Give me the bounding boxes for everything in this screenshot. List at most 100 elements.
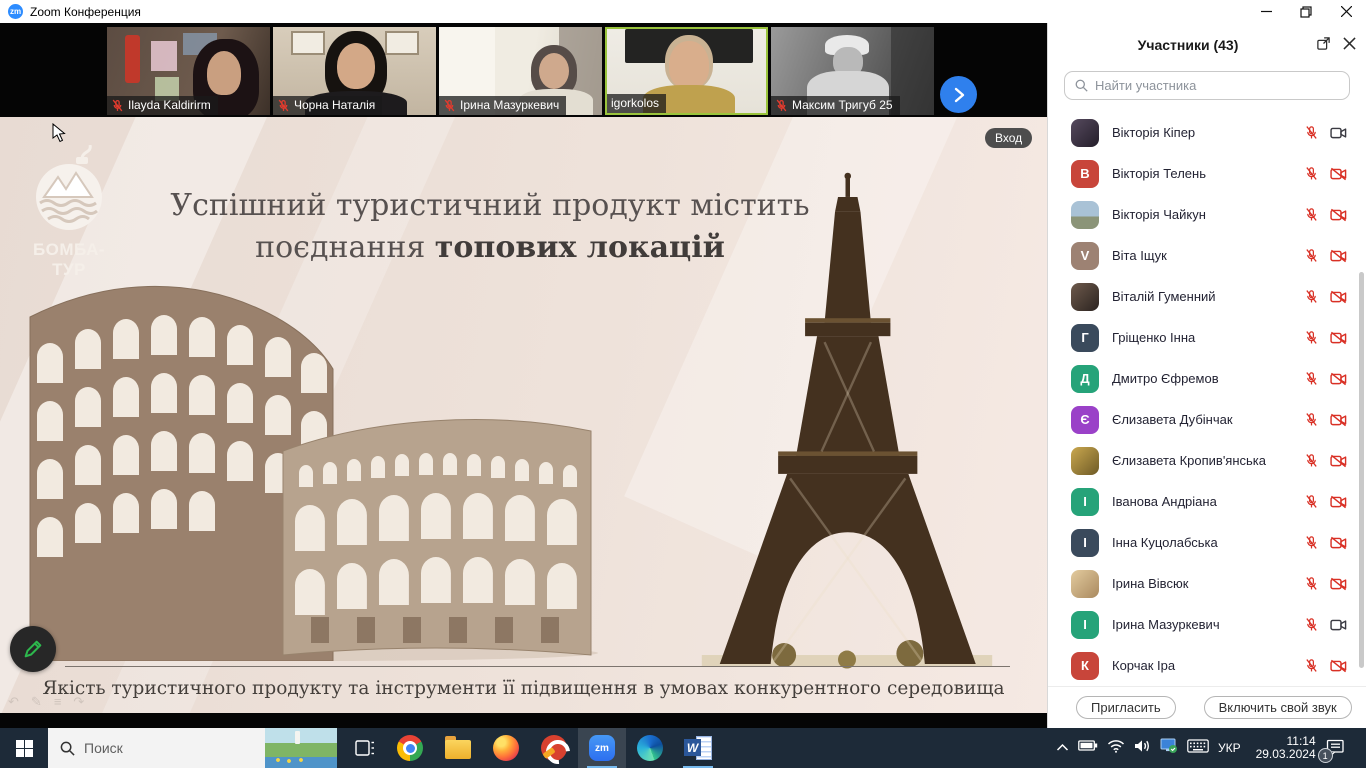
participant-row[interactable]: І Ірина Мазуркевич [1048,604,1366,645]
mic-muted-icon [1304,494,1319,509]
zoom-app-icon: zm [8,4,23,19]
annotation-pencil-button[interactable] [10,626,56,672]
camera-off-icon [1330,659,1347,673]
action-center-button[interactable]: 1 [1325,736,1347,760]
participant-name: Віта Іщук [1112,248,1304,263]
participant-row[interactable]: В Вікторія Телень [1048,153,1366,194]
video-thumbnail[interactable]: Чорна Наталія [273,27,436,115]
participants-panel-title: Участники (43) [1048,37,1328,53]
camera-off-icon [1330,167,1347,181]
windows-taskbar: Поиск zm W УКР 11:14 29.03.2024 [0,728,1366,768]
task-view-button[interactable] [345,728,385,768]
invite-button[interactable]: Пригласить [1076,696,1176,719]
touch-keyboard-icon[interactable] [1187,739,1209,758]
taskbar-word-button[interactable]: W [674,728,722,768]
camera-off-icon [1330,290,1347,304]
participant-name: Гріщенко Інна [1112,330,1304,345]
participant-row[interactable]: К Корчак Іра [1048,645,1366,686]
firefox-icon [493,735,519,761]
participant-row[interactable]: Ірина Вівсюк [1048,563,1366,604]
mic-muted-icon [1304,330,1319,345]
mic-muted-icon [1304,248,1319,263]
close-panel-icon[interactable] [1343,37,1356,55]
chrome-icon [397,735,423,761]
ccleaner-icon [541,735,567,761]
language-indicator[interactable]: УКР [1218,741,1241,755]
zoom-app-icon: zm [589,735,615,761]
participant-row[interactable]: Вікторія Чайкун [1048,194,1366,235]
video-thumbnail[interactable]: Ірина Мазуркевич [439,27,602,115]
mic-muted-icon [1304,576,1319,591]
entry-button[interactable]: Вход [985,128,1032,148]
close-window-button[interactable] [1326,0,1366,23]
mic-muted-icon [111,99,124,112]
ghost-pen-icon[interactable]: ✎ [31,694,42,710]
windows-logo-icon [16,740,33,757]
taskbar-search-input[interactable]: Поиск [48,728,265,768]
participant-row[interactable]: І Інна Куцолабська [1048,522,1366,563]
video-participant-name: Ilayda Kaldirirm [128,98,211,112]
news-weather-widget[interactable] [265,728,337,768]
mic-muted-icon [1304,453,1319,468]
restore-button[interactable] [1286,0,1326,23]
participant-row[interactable]: Г Гріщенко Інна [1048,317,1366,358]
title-bar: zm Zoom Конференция [0,0,1366,23]
colosseum-illustration [15,259,605,661]
display-settings-icon[interactable] [1160,738,1178,759]
ghost-menu-icon[interactable]: ≡ [54,694,62,710]
meeting-content-area: Ilayda Kaldirirm Чорна Наталія Ірина Маз… [0,23,1047,728]
video-thumbnail[interactable]: Ilayda Kaldirirm [107,27,270,115]
ghost-back-icon[interactable]: ↶ [8,694,19,710]
mic-muted-icon [1304,535,1319,550]
task-view-icon [355,739,375,757]
minimize-button[interactable] [1246,0,1286,23]
participants-panel: Участники (43) Найти участника Вікторія … [1047,23,1366,728]
participant-row[interactable]: Віталій Гуменний [1048,276,1366,317]
search-icon [1075,79,1088,92]
camera-on-icon [1330,618,1347,632]
participant-row[interactable]: Є Єлизавета Дубінчак [1048,399,1366,440]
participant-name: Інна Куцолабська [1112,535,1304,550]
video-thumbnail-strip: Ilayda Kaldirirm Чорна Наталія Ірина Маз… [0,23,1047,117]
participant-row[interactable]: І Іванова Андріана [1048,481,1366,522]
video-thumbnail[interactable]: Максим Тригуб 25 [771,27,934,115]
ghost-forward-icon[interactable]: ↷ [73,694,84,710]
battery-icon[interactable] [1078,739,1098,757]
speaker-icon[interactable] [1134,739,1151,758]
taskbar-chrome-button[interactable] [386,728,434,768]
next-videos-button[interactable] [940,76,977,113]
camera-off-icon [1330,495,1347,509]
mic-muted-icon [1304,371,1319,386]
taskbar-zoom-button[interactable]: zm [578,728,626,768]
zoom-app-window: zm Zoom Конференция Ilayda Kaldirirm Чор… [0,0,1366,768]
unmute-self-button[interactable]: Включить свой звук [1204,696,1352,719]
start-button[interactable] [0,728,48,768]
video-thumbnail-active-speaker[interactable]: igorkolos [605,27,768,115]
participant-avatar [1071,570,1099,598]
participant-row[interactable]: Єлизавета Кропив'янська [1048,440,1366,481]
participant-name: Іванова Андріана [1112,494,1304,509]
taskbar-edge-button[interactable] [626,728,674,768]
pop-out-panel-icon[interactable] [1316,36,1331,56]
camera-off-icon [1330,372,1347,386]
presenter-toolbar-faded[interactable]: ↶ ✎ ≡ ↷ [8,694,84,710]
mic-muted-icon [1304,166,1319,181]
participant-row[interactable]: Вікторія Кіпер [1048,112,1366,153]
search-participant-input[interactable]: Найти участника [1064,71,1350,100]
camera-off-icon [1330,413,1347,427]
participant-row[interactable]: Д Дмитро Єфремов [1048,358,1366,399]
participant-name: Єлизавета Дубінчак [1112,412,1304,427]
taskbar-ccleaner-button[interactable] [530,728,578,768]
participant-row[interactable]: V Віта Іщук [1048,235,1366,276]
video-participant-name: igorkolos [611,96,659,110]
taskbar-explorer-button[interactable] [434,728,482,768]
mic-muted-icon [443,99,456,112]
tray-chevron-up-icon[interactable] [1056,739,1069,757]
taskbar-firefox-button[interactable] [482,728,530,768]
camera-off-icon [1330,331,1347,345]
clock[interactable]: 11:14 29.03.2024 [1250,735,1316,761]
participant-name: Вікторія Кіпер [1112,125,1304,140]
wifi-icon[interactable] [1107,739,1125,758]
panel-scrollbar[interactable] [1359,272,1364,668]
participant-name: Вікторія Чайкун [1112,207,1304,222]
